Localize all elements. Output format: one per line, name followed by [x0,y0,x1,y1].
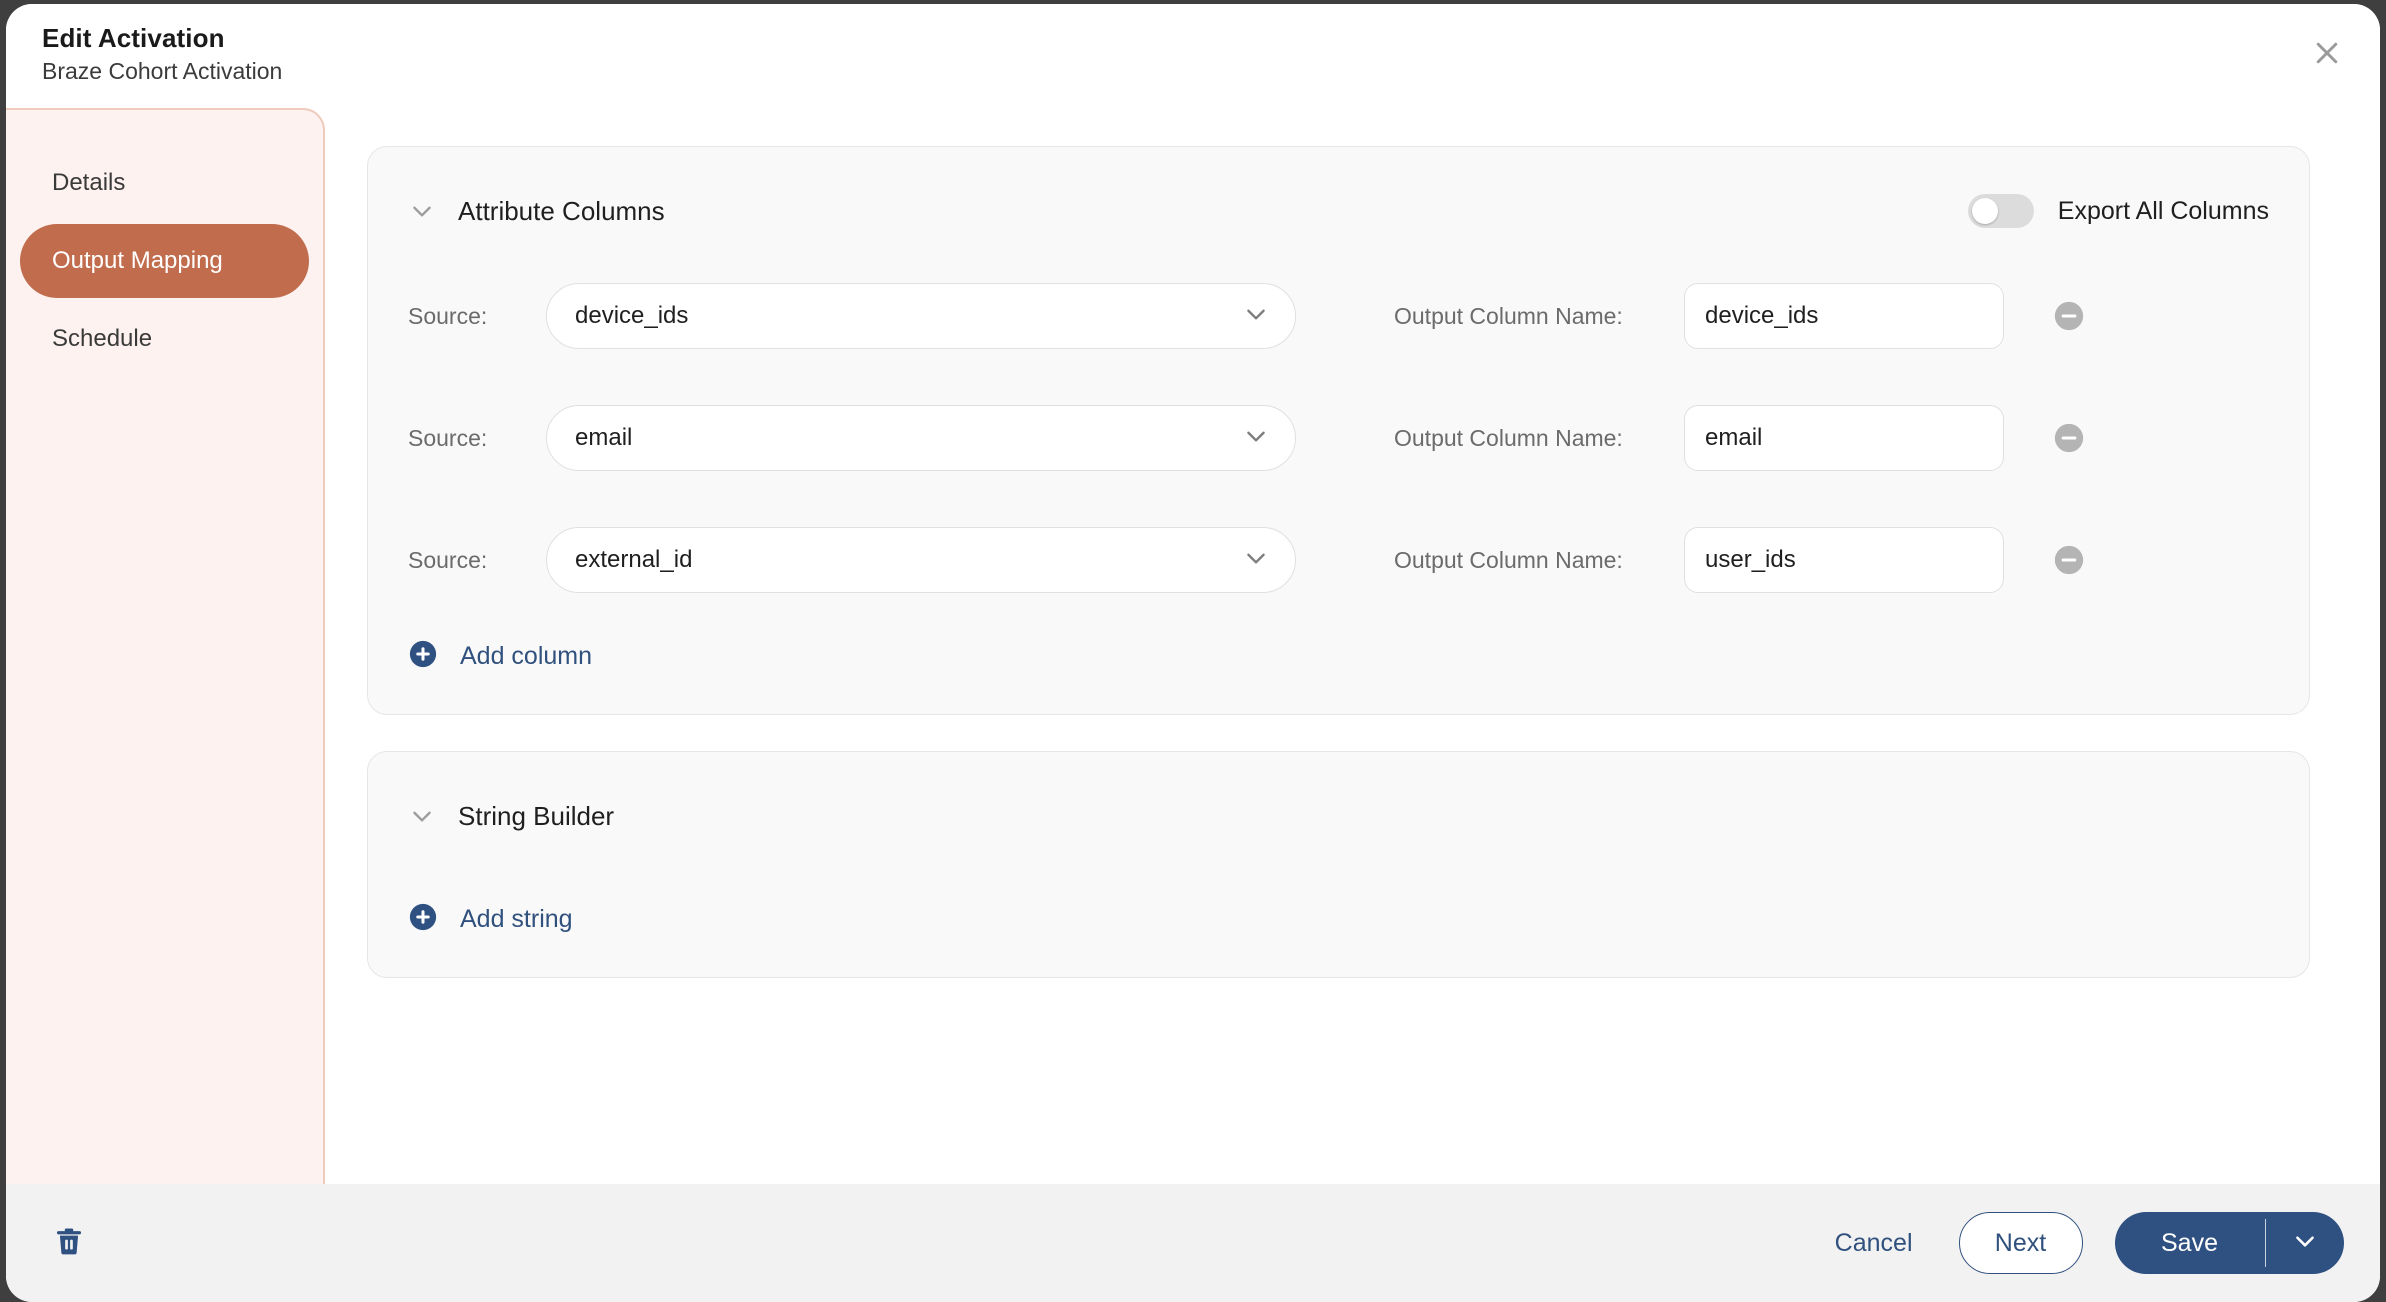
output-column-name-value: device_ids [1705,302,1819,329]
delete-activation-button[interactable] [46,1220,92,1266]
modal-body: Details Output Mapping Schedule Attribut… [6,108,2380,1184]
chevron-down-icon [2292,1228,2318,1259]
source-label: Source: [408,424,488,451]
sidebar-item-output-mapping[interactable]: Output Mapping [20,224,309,298]
output-column-name-input[interactable]: user_ids [1684,527,2004,593]
table-row: Source: email Output Column Name: email [408,395,2269,481]
remove-column-button[interactable] [2052,543,2086,577]
remove-column-button[interactable] [2052,421,2086,455]
string-builder-card: String Builder Add string [367,751,2310,978]
trash-icon [52,1224,86,1263]
remove-column-button[interactable] [2052,299,2086,333]
sidebar-item-label: Output Mapping [52,247,223,274]
plus-circle-icon [408,902,438,937]
chevron-down-icon [1243,301,1269,332]
chevron-down-icon[interactable] [408,197,436,225]
close-icon [2312,38,2342,68]
source-select[interactable]: external_id [546,527,1296,593]
export-all-columns-toggle[interactable] [1967,194,2034,228]
export-all-columns-label: Export All Columns [2057,196,2269,225]
string-builder-body: Add string [408,902,2269,937]
page-subtitle: Braze Cohort Activation [42,58,283,84]
output-column-name-label: Output Column Name: [1394,302,1623,329]
sidebar-item-label: Schedule [52,325,153,352]
save-options-button[interactable] [2266,1212,2344,1274]
cancel-button[interactable]: Cancel [1821,1219,1927,1268]
main-content: Attribute Columns Export All Columns Sou… [325,108,2380,1184]
save-button[interactable]: Save [2115,1212,2265,1274]
output-column-name-input[interactable]: device_ids [1684,283,2004,349]
modal-sidebar: Details Output Mapping Schedule [6,108,325,1184]
footer-actions: Cancel Next Save [1821,1212,2344,1274]
output-column-name-value: email [1705,424,1763,451]
modal-header: Edit Activation Braze Cohort Activation [6,4,2380,108]
attribute-columns-card: Attribute Columns Export All Columns Sou… [367,146,2310,715]
sidebar-item-schedule[interactable]: Schedule [20,302,309,376]
source-select-value: external_id [575,546,693,573]
chevron-down-icon [1243,423,1269,454]
plus-circle-icon [408,639,438,674]
attribute-columns-title: Attribute Columns [458,195,665,226]
add-string-button[interactable]: Add string [408,902,2269,937]
toggle-knob [1971,198,1998,224]
output-column-name-input[interactable]: email [1684,405,2004,471]
sidebar-item-label: Details [52,169,126,196]
page-title: Edit Activation [42,23,225,53]
save-divider [2264,1219,2266,1267]
string-builder-header-left: String Builder [408,801,614,832]
source-select[interactable]: device_ids [546,283,1296,349]
add-column-button[interactable]: Add column [408,639,2269,674]
source-select-value: device_ids [575,302,689,329]
modal-footer: Cancel Next Save [6,1184,2380,1302]
attribute-columns-rows: Source: device_ids Output Column Name: d… [408,273,2269,603]
output-column-name-label: Output Column Name: [1394,424,1623,451]
source-select[interactable]: email [546,405,1296,471]
chevron-down-icon [1243,545,1269,576]
chevron-down-icon[interactable] [408,802,436,830]
sidebar-item-details[interactable]: Details [20,146,309,220]
attribute-columns-header: Attribute Columns Export All Columns [408,183,2269,239]
table-row: Source: device_ids Output Column Name: d… [408,273,2269,359]
string-builder-header: String Builder [408,788,2269,844]
next-button[interactable]: Next [1958,1212,2083,1274]
string-builder-title: String Builder [458,800,615,831]
table-row: Source: external_id Output Column Name: [408,517,2269,603]
close-button[interactable] [2298,24,2356,82]
source-label: Source: [408,302,488,329]
edit-activation-modal: Edit Activation Braze Cohort Activation … [6,4,2380,1302]
output-column-name-label: Output Column Name: [1394,546,1623,573]
source-label: Source: [408,546,488,573]
output-column-name-value: user_ids [1705,546,1796,573]
add-column-label: Add column [460,642,593,670]
attribute-columns-header-left: Attribute Columns [408,196,665,227]
source-select-value: email [575,424,633,451]
export-all-columns-control: Export All Columns [1967,194,2269,228]
save-button-group: Save [2114,1212,2344,1274]
add-string-label: Add string [460,905,573,933]
